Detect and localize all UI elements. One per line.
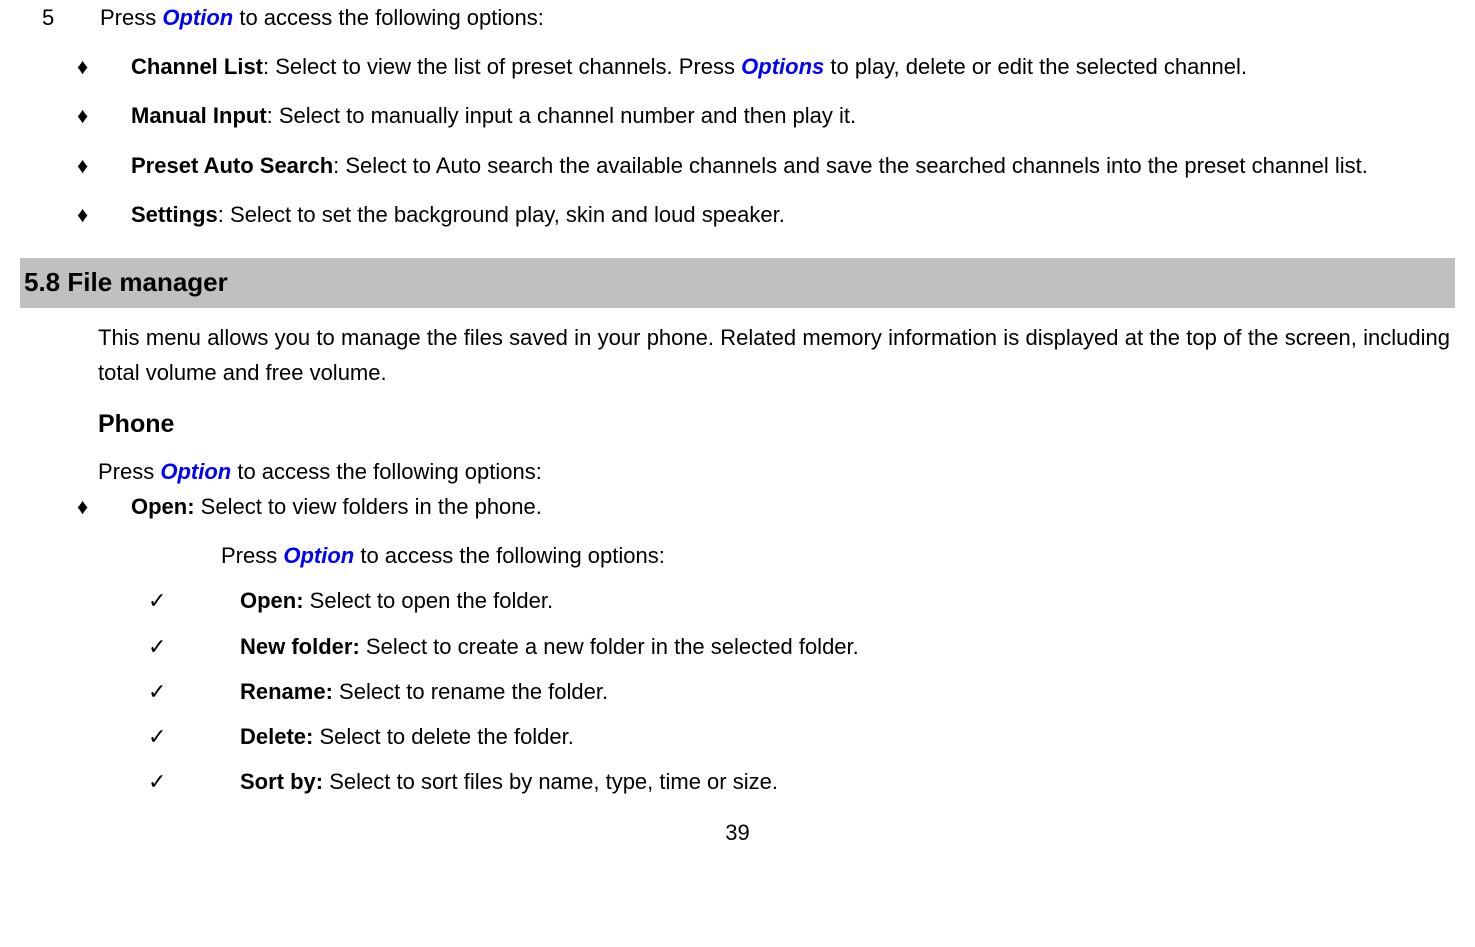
check-list: ✓ Open: Select to open the folder. ✓ New… — [148, 583, 1455, 799]
text-after: to access the following options: — [233, 5, 544, 30]
check-bold: Rename: — [240, 679, 339, 704]
check-bold: New folder: — [240, 634, 366, 659]
bullet-text: Open: Select to view folders in the phon… — [131, 489, 1455, 524]
check-icon: ✓ — [148, 629, 240, 664]
bullet-after: : Select to set the background play, ski… — [218, 202, 785, 227]
bullet-bold: Open: — [131, 494, 201, 519]
text-press: Press — [221, 543, 283, 568]
diamond-icon: ♦ — [77, 489, 131, 524]
bullet-bold: Preset Auto Search — [131, 153, 333, 178]
bullet-text: Preset Auto Search: Select to Auto searc… — [131, 148, 1455, 183]
section-intro: This menu allows you to manage the files… — [98, 320, 1450, 390]
option-keyword: Option — [160, 459, 231, 484]
press-line: Press Option to access the following opt… — [98, 454, 1450, 489]
section-body: This menu allows you to manage the files… — [20, 320, 1455, 490]
bullet-after: Select to view folders in the phone. — [201, 494, 542, 519]
check-after: Select to create a new folder in the sel… — [366, 634, 859, 659]
option-keyword: Option — [283, 543, 354, 568]
check-bold: Open: — [240, 588, 310, 613]
text-after: to access the following options: — [354, 543, 665, 568]
check-after: Select to open the folder. — [310, 588, 553, 613]
bullet-item: ♦ Preset Auto Search: Select to Auto sea… — [77, 148, 1455, 183]
bullet-after: : Select to manually input a channel num… — [267, 103, 856, 128]
check-text: Sort by: Select to sort files by name, t… — [240, 764, 778, 799]
check-bold: Sort by: — [240, 769, 329, 794]
check-item: ✓ Delete: Select to delete the folder. — [148, 719, 1455, 754]
page-number: 39 — [20, 815, 1455, 850]
bullet-list: ♦ Channel List: Select to view the list … — [77, 49, 1455, 232]
bullet-afterblue: to play, delete or edit the selected cha… — [824, 54, 1247, 79]
section-heading: 5.8 File manager — [20, 258, 1455, 308]
bullet-bold: Manual Input — [131, 103, 267, 128]
option-keyword: Option — [162, 5, 233, 30]
check-item: ✓ Sort by: Select to sort files by name,… — [148, 764, 1455, 799]
check-icon: ✓ — [148, 583, 240, 618]
check-item: ✓ Open: Select to open the folder. — [148, 583, 1455, 618]
check-text: Rename: Select to rename the folder. — [240, 674, 608, 709]
step-line: 5Press Option to access the following op… — [42, 0, 1455, 35]
bullet-text: Settings: Select to set the background p… — [131, 197, 1455, 232]
check-bold: Delete: — [240, 724, 319, 749]
check-after: Select to sort files by name, type, time… — [329, 769, 778, 794]
bullet-text: Manual Input: Select to manually input a… — [131, 98, 1455, 133]
bullet-after: : Select to Auto search the available ch… — [333, 153, 1368, 178]
diamond-icon: ♦ — [77, 49, 131, 84]
check-text: Open: Select to open the folder. — [240, 583, 553, 618]
diamond-icon: ♦ — [77, 148, 131, 183]
check-icon: ✓ — [148, 764, 240, 799]
check-text: New folder: Select to create a new folde… — [240, 629, 859, 664]
diamond-icon: ♦ — [77, 98, 131, 133]
bullet-item: ♦ Manual Input: Select to manually input… — [77, 98, 1455, 133]
text-press: Press — [100, 5, 162, 30]
check-item: ✓ Rename: Select to rename the folder. — [148, 674, 1455, 709]
bullet-item: ♦ Channel List: Select to view the list … — [77, 49, 1455, 84]
options-keyword: Options — [741, 54, 824, 79]
diamond-icon: ♦ — [77, 197, 131, 232]
bullet-item: ♦ Settings: Select to set the background… — [77, 197, 1455, 232]
check-item: ✓ New folder: Select to create a new fol… — [148, 629, 1455, 664]
check-after: Select to rename the folder. — [339, 679, 608, 704]
bullet-item: ♦ Open: Select to view folders in the ph… — [77, 489, 1455, 524]
inner-press-line: Press Option to access the following opt… — [221, 538, 1455, 573]
bullet-after: : Select to view the list of preset chan… — [263, 54, 741, 79]
step-text: Press Option to access the following opt… — [100, 5, 544, 30]
bullet-bold: Settings — [131, 202, 218, 227]
bullet-bold: Channel List — [131, 54, 263, 79]
check-after: Select to delete the folder. — [319, 724, 573, 749]
step-number: 5 — [42, 0, 100, 35]
check-text: Delete: Select to delete the folder. — [240, 719, 574, 754]
check-icon: ✓ — [148, 719, 240, 754]
sub-heading: Phone — [98, 404, 1450, 444]
text-after: to access the following options: — [231, 459, 542, 484]
bullet-text: Channel List: Select to view the list of… — [131, 49, 1455, 84]
document-page: 5Press Option to access the following op… — [0, 0, 1475, 851]
check-icon: ✓ — [148, 674, 240, 709]
open-bullet-list: ♦ Open: Select to view folders in the ph… — [77, 489, 1455, 524]
text-press: Press — [98, 459, 160, 484]
